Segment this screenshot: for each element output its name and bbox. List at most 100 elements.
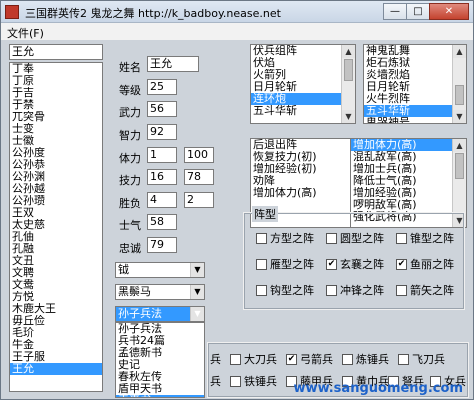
scroll-up-icon[interactable]: ▲ [453, 139, 466, 152]
hp-field[interactable]: 1 [147, 147, 177, 163]
list-item[interactable]: 孔伷 [10, 231, 102, 243]
list-item[interactable]: 日月轮斩 [364, 81, 466, 93]
scroll-up-icon[interactable]: ▲ [342, 45, 355, 58]
troop-checkbox-2[interactable]: ✔ 弓箭兵 [286, 352, 333, 366]
list-item[interactable]: 于吉 [10, 87, 102, 99]
troop-checkbox-1[interactable]: 大刀兵 [230, 352, 277, 366]
checkbox-box[interactable] [256, 258, 267, 270]
list-item[interactable]: 炎墙烈焰 [364, 69, 466, 81]
list-item[interactable]: 增加经验(初) [251, 163, 355, 175]
list-item[interactable]: 毛玠 [10, 327, 102, 339]
checkbox-box[interactable] [396, 284, 407, 296]
list-item[interactable]: 兵书24篇 [116, 335, 204, 347]
list-item[interactable]: 公孙恭 [10, 159, 102, 171]
list-item[interactable]: 王子服 [10, 351, 102, 363]
close-button[interactable]: ✕ [429, 3, 469, 20]
checkbox-box[interactable] [256, 232, 267, 244]
checkbox-box[interactable]: ✔ [326, 258, 337, 270]
maximize-button[interactable]: □ [406, 3, 430, 20]
list-item[interactable]: 史记 [116, 359, 204, 371]
loyalty-field[interactable]: 79 [147, 237, 177, 253]
title-bar[interactable]: 三国群英传2 鬼龙之舞 http://k_badboy.nease.net — … [1, 1, 473, 23]
formation-checkbox-6[interactable]: 钩型之阵 [256, 283, 314, 297]
list-item[interactable]: 连环炮 [251, 93, 355, 105]
formation-checkbox-0[interactable]: 方型之阵 [256, 231, 314, 245]
troop-checkbox-6[interactable]: 铁锤兵 [230, 374, 277, 388]
hp-max-field[interactable]: 100 [184, 147, 214, 163]
checkbox-box[interactable] [398, 353, 409, 365]
list-item[interactable]: 公孙度 [10, 147, 102, 159]
skill-field[interactable]: 16 [147, 169, 177, 185]
list-item[interactable]: 太史慈 [10, 219, 102, 231]
list-item[interactable]: 文丑 [10, 255, 102, 267]
troop-checkbox-5[interactable]: 兵 [210, 374, 221, 388]
list-item[interactable]: 牛金 [10, 339, 102, 351]
formation-checkbox-5[interactable]: ✔ 鱼丽之阵 [396, 257, 454, 271]
checkbox-box[interactable]: ✔ [396, 258, 407, 270]
list-item[interactable]: 增加体力(高) [351, 139, 466, 151]
skill-list-b[interactable]: 神鬼乱舞 炬石炼狱 炎墙烈焰 日月轮斩 火牛烈阵 五斗华斩 鬼哭神号 ▲ ▼ [363, 44, 467, 124]
list-item[interactable]: 丁原 [10, 75, 102, 87]
general-list[interactable]: 丁奉 丁原 于吉 于禁 兀突骨 士变 士徽 公孙度 公孙恭 公孙渊 公孙越 公孙瓒 王双 太史慈 孔伷 孔融文… [9, 62, 103, 392]
scroll-thumb[interactable] [344, 59, 353, 81]
name-field[interactable]: 王允 [147, 56, 199, 72]
list-item[interactable]: 孟德新书 [116, 347, 204, 359]
checkbox-box[interactable] [396, 232, 407, 244]
list-item[interactable]: 降低士气(高) [351, 175, 466, 187]
list-item[interactable]: 孔融 [10, 243, 102, 255]
checkbox-box[interactable] [256, 284, 267, 296]
weapon-select[interactable]: 钺 ▼ [115, 262, 205, 278]
formation-checkbox-8[interactable]: 箭矢之阵 [396, 283, 454, 297]
list-item[interactable]: 孙子兵法 [116, 323, 204, 335]
morale-field[interactable]: 58 [147, 214, 177, 230]
chevron-down-icon[interactable]: ▼ [190, 307, 204, 321]
list-item[interactable]: 王双 [10, 207, 102, 219]
troop-checkbox-4[interactable]: 飞刀兵 [398, 352, 445, 366]
list-item[interactable]: 炬石炼狱 [364, 57, 466, 69]
chevron-down-icon[interactable]: ▼ [190, 285, 204, 299]
list-item[interactable]: 于禁 [10, 99, 102, 111]
list-item[interactable]: 日月轮斩 [251, 81, 355, 93]
minimize-button[interactable]: — [383, 3, 407, 20]
list-item[interactable]: 士徽 [10, 135, 102, 147]
scroll-thumb[interactable] [455, 153, 464, 179]
list-item[interactable]: 兀突骨 [10, 111, 102, 123]
record-win-field[interactable]: 4 [147, 192, 177, 208]
checkbox-box[interactable] [230, 353, 241, 365]
formation-checkbox-1[interactable]: 圆型之阵 [326, 231, 384, 245]
scroll-down-icon[interactable]: ▼ [342, 110, 355, 123]
list-item[interactable]: 伏焰 [251, 57, 355, 69]
list-item[interactable]: 盾甲天书 [116, 383, 204, 395]
list-item[interactable]: 火牛烈阵 [364, 93, 466, 105]
list-item[interactable]: 啰明敌军(高) [351, 199, 466, 211]
scrollbar[interactable]: ▲ ▼ [341, 45, 355, 123]
scrollbar[interactable]: ▲ ▼ [452, 45, 466, 123]
horse-select[interactable]: 黑鬃马 ▼ [115, 284, 205, 300]
list-item[interactable]: 火箭列 [251, 69, 355, 81]
scroll-down-icon[interactable]: ▼ [453, 110, 466, 123]
list-item[interactable]: 方悦 [10, 291, 102, 303]
list-item[interactable]: 士变 [10, 123, 102, 135]
checkbox-box[interactable] [342, 353, 353, 365]
book-dropdown-list[interactable]: 孙子兵法兵书24篇孟德新书史记春秋左传盾甲天书青囊书 [115, 322, 205, 398]
skill-list-a[interactable]: 伏兵组阵 伏焰 火箭列 日月轮斩 连环炮 五斗华斩 ▲ ▼ [250, 44, 356, 124]
list-item[interactable]: 文聘 [10, 267, 102, 279]
checkbox-box[interactable] [230, 375, 241, 387]
list-item[interactable]: 公孙越 [10, 183, 102, 195]
list-item[interactable]: 文鸯 [10, 279, 102, 291]
scroll-thumb[interactable] [455, 85, 464, 105]
list-item[interactable]: 青囊书 [116, 395, 204, 397]
troop-checkbox-0[interactable]: 兵 [210, 352, 221, 366]
list-item[interactable]: 公孙渊 [10, 171, 102, 183]
list-item[interactable]: 增加体力(高) [251, 187, 355, 199]
list-item[interactable]: 公孙瓒 [10, 195, 102, 207]
list-item[interactable]: 增加经验(高) [351, 187, 466, 199]
formation-checkbox-7[interactable]: 冲锋之阵 [326, 283, 384, 297]
menu-file[interactable]: 文件(F) [7, 25, 44, 41]
list-item[interactable]: 伏兵组阵 [251, 45, 355, 57]
book-select[interactable]: 孙子兵法 ▼ [115, 306, 205, 322]
list-item[interactable]: 增加士兵(高) [351, 163, 466, 175]
chevron-down-icon[interactable]: ▼ [190, 263, 204, 277]
list-item[interactable]: 神鬼乱舞 [364, 45, 466, 57]
list-item[interactable]: 毋丘俭 [10, 315, 102, 327]
